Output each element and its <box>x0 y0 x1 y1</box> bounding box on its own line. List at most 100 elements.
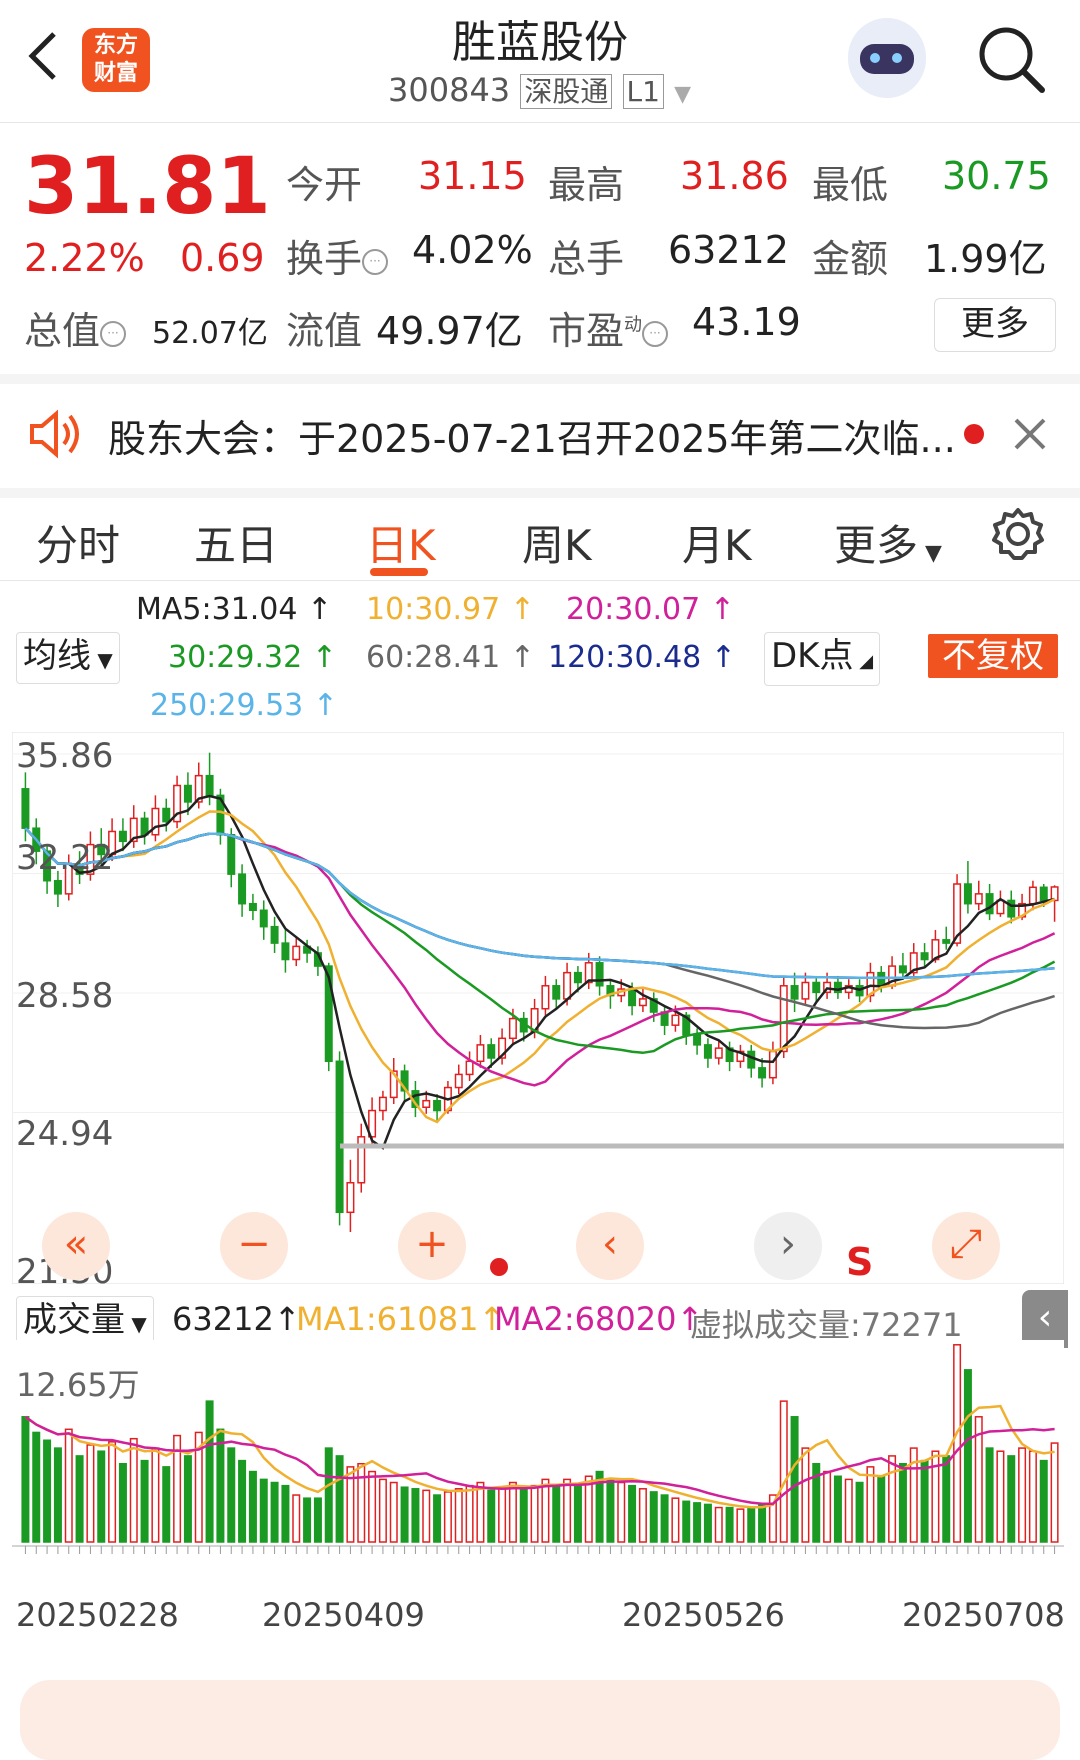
volume-bar-up <box>996 1450 1005 1543</box>
scroll-far-left-button[interactable]: « <box>42 1212 110 1280</box>
volume-bar-up <box>617 1481 626 1543</box>
volume-bar-up <box>530 1484 539 1543</box>
tab-intraday[interactable]: 分时 <box>36 512 120 573</box>
candle-down <box>238 873 247 905</box>
caret-down-icon[interactable]: ▼ <box>674 82 691 107</box>
tab-more[interactable]: 更多 ▼ <box>834 512 942 573</box>
level-tag: L1 <box>622 74 664 109</box>
candle-down <box>1039 886 1048 902</box>
volume-chart[interactable] <box>12 1340 1064 1576</box>
volume-bar-down <box>313 1497 322 1543</box>
fullscreen-button[interactable]: ⤢ <box>932 1212 1000 1280</box>
bottom-banner[interactable] <box>20 1680 1060 1760</box>
turnover-value: 4.02% <box>412 228 533 272</box>
volume-bar-down <box>963 1369 972 1543</box>
candle-down <box>628 988 637 1007</box>
volume-ma1: MA1:61081↑ <box>296 1300 506 1338</box>
volume-bar-up <box>86 1444 95 1543</box>
scroll-right-button[interactable]: › <box>754 1212 822 1280</box>
candle-up <box>465 1060 474 1076</box>
volume-bar-up <box>108 1441 117 1543</box>
volume-bar-up <box>454 1488 463 1543</box>
volume-bar-down <box>942 1455 951 1543</box>
volume-bar-up <box>378 1478 387 1543</box>
candle-down <box>162 807 171 823</box>
candle-down <box>758 1067 767 1079</box>
ma5-label: MA5:31.04 ↑ <box>136 592 333 627</box>
volume-bar-up <box>584 1475 593 1543</box>
pe-label[interactable]: 市盈动 ··· <box>548 300 669 355</box>
volume-bar-up <box>129 1437 138 1543</box>
zoom-in-button[interactable]: + <box>398 1212 466 1280</box>
candle-up <box>422 1099 431 1108</box>
unread-dot <box>964 424 984 444</box>
volume-bar-up <box>357 1462 366 1543</box>
gear-icon[interactable] <box>990 506 1046 562</box>
candle-up <box>454 1073 463 1089</box>
tab-daily-k[interactable]: 日K <box>366 512 436 573</box>
open-value: 31.15 <box>418 154 527 198</box>
header-bar: 东方 财富 胜蓝股份 300843 深股通 L1 ▼ <box>0 0 1080 123</box>
ma20-label: 20:30.07 ↑ <box>566 592 735 627</box>
date-label-0: 20250228 <box>16 1596 179 1634</box>
float-cap-label: 流值 <box>286 309 363 353</box>
notice-bar[interactable]: 股东大会：于2025-07-21召开2025年第二次临... <box>0 374 1080 498</box>
volume-bar-down <box>324 1447 333 1543</box>
tab-monthly-k[interactable]: 月K <box>682 512 752 573</box>
price-axis-label-1: 32.22 <box>16 838 114 878</box>
amount-label: 金额 <box>812 237 889 281</box>
volume-bar-down <box>1007 1455 1016 1543</box>
candle-down <box>140 817 149 836</box>
candle-down <box>877 971 886 987</box>
candle-up <box>541 985 550 1010</box>
volume-bar-up <box>541 1478 550 1543</box>
candle-down <box>942 939 951 944</box>
sell-signal-label: S <box>846 1240 874 1284</box>
candle-down <box>898 965 907 974</box>
close-icon[interactable] <box>1010 414 1050 454</box>
price-axis-label-3: 24.94 <box>16 1114 114 1154</box>
ma-selector[interactable]: 均线 ▼ <box>16 632 120 684</box>
volume-bar-down <box>162 1466 171 1543</box>
ma250-label: 250:29.53 ↑ <box>150 688 338 723</box>
tab-weekly-k[interactable]: 周K <box>522 512 592 573</box>
volume-bar-up <box>389 1481 398 1543</box>
more-button[interactable]: 更多 <box>934 298 1056 352</box>
robot-assistant-icon[interactable] <box>848 18 926 98</box>
volume-bar-down <box>335 1455 344 1543</box>
period-tabs: 分时 五日 日K 周K 月K 更多 ▼ <box>0 488 1080 581</box>
search-icon[interactable] <box>974 22 1048 96</box>
high-value: 31.86 <box>680 154 789 198</box>
float-cap-value: 49.97亿 <box>376 309 523 353</box>
dk-point-selector[interactable]: DK点 ◢ <box>764 632 881 686</box>
volume-bar-down <box>519 1488 528 1543</box>
volume-bar-down <box>118 1462 127 1543</box>
volume-bar-down <box>552 1486 561 1543</box>
candle-down <box>433 1099 442 1112</box>
turnover-label[interactable]: 换手 ··· <box>286 228 389 283</box>
volume-bar-up <box>508 1481 517 1543</box>
volume-bar-up <box>801 1447 810 1543</box>
tab-five-day[interactable]: 五日 <box>194 512 278 573</box>
candlestick-chart[interactable] <box>12 732 1064 1284</box>
ma60-label: 60:28.41 ↑ <box>366 640 535 675</box>
pe-value: 43.19 <box>692 300 801 344</box>
ma10-label: 10:30.97 ↑ <box>366 592 535 627</box>
candle-down <box>335 1060 344 1214</box>
candle-down <box>812 981 821 994</box>
adjust-toggle[interactable]: 不复权 <box>928 634 1058 678</box>
candle-up <box>638 998 647 1007</box>
volume-bar-up <box>638 1488 647 1543</box>
volume-bar-down <box>725 1506 734 1543</box>
candle-down <box>693 1034 702 1046</box>
volume-bar-up <box>736 1508 745 1543</box>
scroll-left-button[interactable]: ‹ <box>576 1212 644 1280</box>
candle-up <box>714 1047 723 1059</box>
price-axis-label-2: 28.58 <box>16 976 114 1016</box>
price-axis-label-0: 35.86 <box>16 736 114 776</box>
mktcap-label[interactable]: 总值 ··· <box>24 300 127 355</box>
candle-down <box>573 971 582 984</box>
info-icon: ··· <box>100 320 127 347</box>
zoom-out-button[interactable]: − <box>220 1212 288 1280</box>
volume-bar-up <box>368 1470 377 1543</box>
